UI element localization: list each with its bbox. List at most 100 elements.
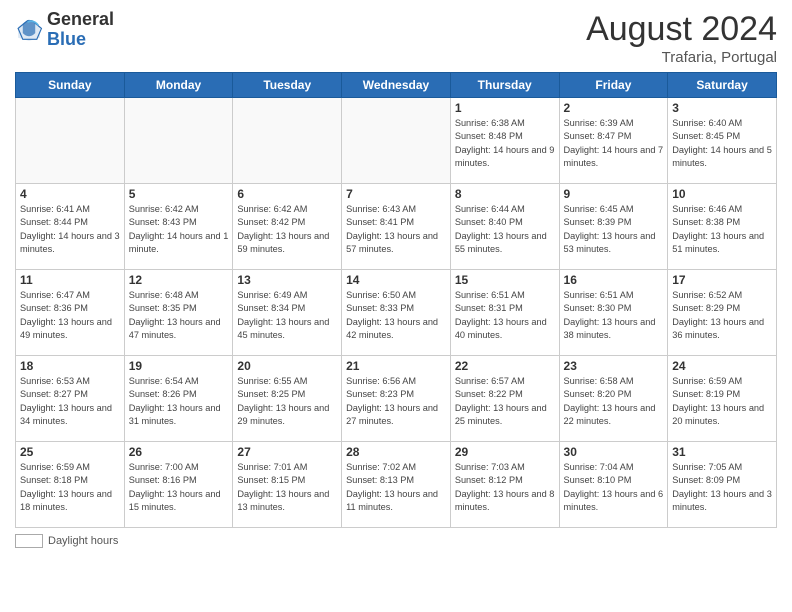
day-number: 20 — [237, 359, 337, 373]
weekday-header-monday: Monday — [124, 73, 233, 98]
day-info: Sunrise: 7:00 AM Sunset: 8:16 PM Dayligh… — [129, 461, 229, 514]
day-info: Sunrise: 6:54 AM Sunset: 8:26 PM Dayligh… — [129, 375, 229, 428]
weekday-header-wednesday: Wednesday — [342, 73, 451, 98]
calendar-cell: 22Sunrise: 6:57 AM Sunset: 8:22 PM Dayli… — [450, 356, 559, 442]
day-info: Sunrise: 6:59 AM Sunset: 8:18 PM Dayligh… — [20, 461, 120, 514]
calendar-cell — [124, 98, 233, 184]
day-info: Sunrise: 7:03 AM Sunset: 8:12 PM Dayligh… — [455, 461, 555, 514]
day-info: Sunrise: 6:42 AM Sunset: 8:43 PM Dayligh… — [129, 203, 229, 256]
calendar-cell: 3 Sunrise: 6:40 AM Sunset: 8:45 PM Daylig… — [668, 98, 777, 184]
calendar-cell: 23 Sunrise: 6:58 AM Sunset: 8:20 PM Dayli… — [559, 356, 668, 442]
daylight-legend: Daylight hours — [15, 534, 118, 548]
day-number: 23 — [564, 359, 664, 373]
logo-blue-text: Blue — [47, 30, 114, 50]
location-subtitle: Trafaria, Portugal — [586, 49, 777, 66]
calendar-cell: 4Sunrise: 6:41 AM Sunset: 8:44 PM Daylig… — [16, 184, 125, 270]
calendar-cell: 2 Sunrise: 6:39 AM Sunset: 8:47 PM Daylig… — [559, 98, 668, 184]
calendar-cell: 1 Sunrise: 6:38 AM Sunset: 8:48 PM Daylig… — [450, 98, 559, 184]
daylight-legend-label: Daylight hours — [48, 535, 118, 547]
day-number: 27 — [237, 445, 337, 459]
day-number: 7 — [346, 187, 446, 201]
calendar-cell — [233, 98, 342, 184]
calendar-cell: 24 Sunrise: 6:59 AM Sunset: 8:19 PM Dayli… — [668, 356, 777, 442]
calendar-cell: 28 Sunrise: 7:02 AM Sunset: 8:13 PM Dayli… — [342, 442, 451, 528]
day-number: 9 — [564, 187, 664, 201]
calendar-cell: 29Sunrise: 7:03 AM Sunset: 8:12 PM Dayli… — [450, 442, 559, 528]
day-number: 12 — [129, 273, 229, 287]
day-number: 24 — [672, 359, 772, 373]
week-row-3: 11 Sunrise: 6:47 AM Sunset: 8:36 PM Dayli… — [16, 270, 777, 356]
week-row-1: 1 Sunrise: 6:38 AM Sunset: 8:48 PM Daylig… — [16, 98, 777, 184]
day-info: Sunrise: 6:52 AM Sunset: 8:29 PM Dayligh… — [672, 289, 772, 342]
day-number: 2 — [564, 101, 664, 115]
day-info: Sunrise: 6:50 AM Sunset: 8:33 PM Dayligh… — [346, 289, 446, 342]
calendar-cell: 19Sunrise: 6:54 AM Sunset: 8:26 PM Dayli… — [124, 356, 233, 442]
weekday-header-sunday: Sunday — [16, 73, 125, 98]
day-number: 1 — [455, 101, 555, 115]
calendar-cell: 14Sunrise: 6:50 AM Sunset: 8:33 PM Dayli… — [342, 270, 451, 356]
day-info: Sunrise: 6:42 AM Sunset: 8:42 PM Dayligh… — [237, 203, 337, 256]
calendar-cell: 27Sunrise: 7:01 AM Sunset: 8:15 PM Dayli… — [233, 442, 342, 528]
day-number: 11 — [20, 273, 120, 287]
calendar-cell: 5 Sunrise: 6:42 AM Sunset: 8:43 PM Daylig… — [124, 184, 233, 270]
day-info: Sunrise: 7:05 AM Sunset: 8:09 PM Dayligh… — [672, 461, 772, 514]
calendar-cell: 13 Sunrise: 6:49 AM Sunset: 8:34 PM Dayli… — [233, 270, 342, 356]
title-block: August 2024 Trafaria, Portugal — [586, 10, 777, 66]
day-info: Sunrise: 6:45 AM Sunset: 8:39 PM Dayligh… — [564, 203, 664, 256]
day-info: Sunrise: 6:51 AM Sunset: 8:30 PM Dayligh… — [564, 289, 664, 342]
day-number: 13 — [237, 273, 337, 287]
day-info: Sunrise: 6:46 AM Sunset: 8:38 PM Dayligh… — [672, 203, 772, 256]
day-info: Sunrise: 6:40 AM Sunset: 8:45 PM Dayligh… — [672, 117, 772, 170]
calendar-cell: 6Sunrise: 6:42 AM Sunset: 8:42 PM Daylig… — [233, 184, 342, 270]
day-number: 16 — [564, 273, 664, 287]
calendar-cell — [342, 98, 451, 184]
legend-color-box — [15, 534, 43, 548]
calendar-cell: 11 Sunrise: 6:47 AM Sunset: 8:36 PM Dayli… — [16, 270, 125, 356]
weekday-header-row: SundayMondayTuesdayWednesdayThursdayFrid… — [16, 73, 777, 98]
week-row-5: 25 Sunrise: 6:59 AM Sunset: 8:18 PM Dayli… — [16, 442, 777, 528]
week-row-4: 18Sunrise: 6:53 AM Sunset: 8:27 PM Dayli… — [16, 356, 777, 442]
day-info: Sunrise: 7:02 AM Sunset: 8:13 PM Dayligh… — [346, 461, 446, 514]
calendar-cell: 30 Sunrise: 7:04 AM Sunset: 8:10 PM Dayli… — [559, 442, 668, 528]
calendar-cell: 16 Sunrise: 6:51 AM Sunset: 8:30 PM Dayli… — [559, 270, 668, 356]
day-info: Sunrise: 6:56 AM Sunset: 8:23 PM Dayligh… — [346, 375, 446, 428]
day-number: 25 — [20, 445, 120, 459]
day-info: Sunrise: 7:04 AM Sunset: 8:10 PM Dayligh… — [564, 461, 664, 514]
day-number: 18 — [20, 359, 120, 373]
logo: General Blue — [15, 10, 114, 50]
header: General Blue August 2024 Trafaria, Portu… — [15, 10, 777, 66]
month-title: August 2024 — [586, 10, 777, 49]
day-number: 3 — [672, 101, 772, 115]
calendar-table: SundayMondayTuesdayWednesdayThursdayFrid… — [15, 72, 777, 528]
day-number: 5 — [129, 187, 229, 201]
day-number: 21 — [346, 359, 446, 373]
day-number: 26 — [129, 445, 229, 459]
day-info: Sunrise: 6:38 AM Sunset: 8:48 PM Dayligh… — [455, 117, 555, 170]
day-info: Sunrise: 6:48 AM Sunset: 8:35 PM Dayligh… — [129, 289, 229, 342]
day-number: 31 — [672, 445, 772, 459]
calendar-cell: 20Sunrise: 6:55 AM Sunset: 8:25 PM Dayli… — [233, 356, 342, 442]
day-info: Sunrise: 6:44 AM Sunset: 8:40 PM Dayligh… — [455, 203, 555, 256]
day-number: 30 — [564, 445, 664, 459]
day-number: 8 — [455, 187, 555, 201]
calendar-cell: 21 Sunrise: 6:56 AM Sunset: 8:23 PM Dayli… — [342, 356, 451, 442]
calendar-cell: 31 Sunrise: 7:05 AM Sunset: 8:09 PM Dayli… — [668, 442, 777, 528]
weekday-header-friday: Friday — [559, 73, 668, 98]
weekday-header-tuesday: Tuesday — [233, 73, 342, 98]
day-info: Sunrise: 6:58 AM Sunset: 8:20 PM Dayligh… — [564, 375, 664, 428]
day-info: Sunrise: 6:47 AM Sunset: 8:36 PM Dayligh… — [20, 289, 120, 342]
day-info: Sunrise: 6:39 AM Sunset: 8:47 PM Dayligh… — [564, 117, 664, 170]
day-number: 17 — [672, 273, 772, 287]
logo-icon — [15, 16, 43, 44]
day-info: Sunrise: 6:59 AM Sunset: 8:19 PM Dayligh… — [672, 375, 772, 428]
day-info: Sunrise: 6:43 AM Sunset: 8:41 PM Dayligh… — [346, 203, 446, 256]
page: General Blue August 2024 Trafaria, Portu… — [0, 0, 792, 612]
logo-general-text: General — [47, 10, 114, 30]
week-row-2: 4Sunrise: 6:41 AM Sunset: 8:44 PM Daylig… — [16, 184, 777, 270]
day-number: 28 — [346, 445, 446, 459]
calendar-cell: 10Sunrise: 6:46 AM Sunset: 8:38 PM Dayli… — [668, 184, 777, 270]
day-info: Sunrise: 6:51 AM Sunset: 8:31 PM Dayligh… — [455, 289, 555, 342]
day-number: 15 — [455, 273, 555, 287]
logo-text: General Blue — [47, 10, 114, 50]
day-info: Sunrise: 6:49 AM Sunset: 8:34 PM Dayligh… — [237, 289, 337, 342]
